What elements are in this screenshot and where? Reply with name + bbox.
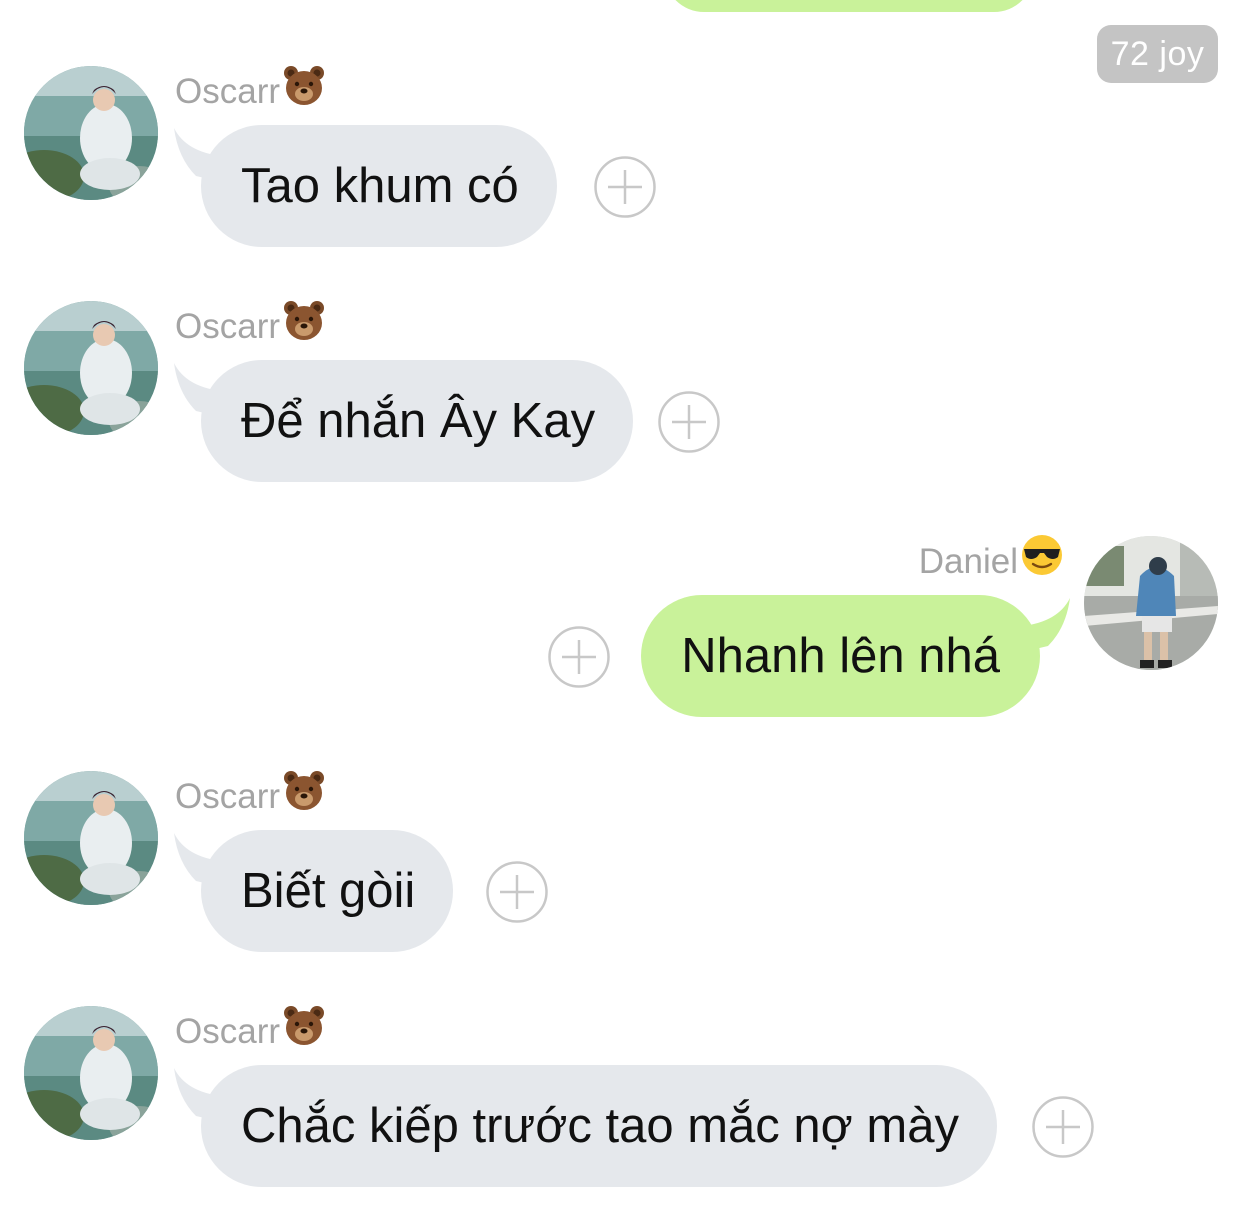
- message-text: Biết gòii: [241, 864, 416, 918]
- message-text: Để nhắn Ây Kay: [241, 394, 596, 448]
- sender-name: Oscarr: [175, 66, 326, 111]
- message-bubble[interactable]: Để nhắn Ây Kay: [201, 360, 634, 482]
- message-bubble[interactable]: Chắc kiếp trước tao mắc nợ mày: [201, 1065, 997, 1187]
- avatar-oscarr[interactable]: [24, 66, 158, 200]
- unread-badge[interactable]: 72 joy: [1097, 25, 1218, 83]
- add-reaction-icon[interactable]: [548, 626, 610, 688]
- add-reaction-icon[interactable]: [658, 391, 720, 453]
- sender-label: Oscarr: [175, 1011, 280, 1051]
- avatar-daniel[interactable]: [1084, 536, 1218, 670]
- sunglasses-face-icon: [1020, 533, 1064, 588]
- avatar-oscarr[interactable]: [24, 771, 158, 905]
- bear-face-icon: [282, 63, 326, 118]
- add-reaction-icon[interactable]: [594, 156, 656, 218]
- add-reaction-icon[interactable]: [1032, 1096, 1094, 1158]
- message-bubble[interactable]: Biết gòii: [201, 830, 454, 952]
- sender-name: Oscarr: [175, 1006, 326, 1051]
- avatar-oscarr[interactable]: [24, 1006, 158, 1140]
- avatar-oscarr[interactable]: [24, 301, 158, 435]
- message-text: Tao khum có: [241, 159, 519, 213]
- sender-label: Oscarr: [175, 776, 280, 816]
- bear-face-icon: [282, 1003, 326, 1058]
- sender-name: Daniel: [918, 536, 1064, 581]
- message-bubble[interactable]: Nhanh lên nhá: [641, 595, 1040, 717]
- sender-label: Daniel: [918, 541, 1018, 581]
- sender-label: Oscarr: [175, 71, 280, 111]
- sender-label: Oscarr: [175, 306, 280, 346]
- add-reaction-icon[interactable]: [486, 861, 548, 923]
- previous-message-bubble: [664, 0, 1034, 12]
- bear-face-icon: [282, 768, 326, 823]
- message-bubble[interactable]: Tao khum có: [201, 125, 557, 247]
- message-text: Chắc kiếp trước tao mắc nợ mày: [241, 1099, 959, 1153]
- sender-name: Oscarr: [175, 771, 326, 816]
- sender-name: Oscarr: [175, 301, 326, 346]
- bear-face-icon: [282, 298, 326, 353]
- message-text: Nhanh lên nhá: [681, 629, 1000, 683]
